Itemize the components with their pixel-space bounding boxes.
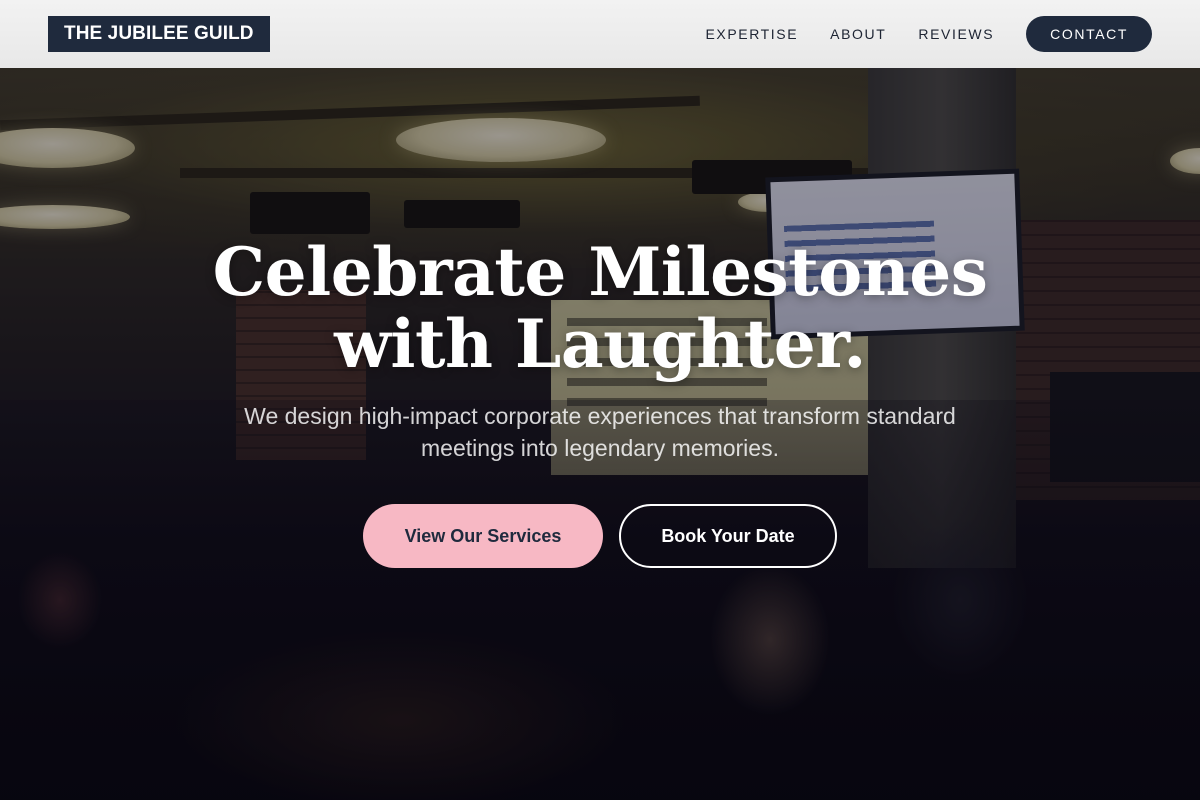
view-services-button[interactable]: View Our Services	[363, 504, 603, 568]
site-header: THE JUBILEE GUILD EXPERTISE ABOUT REVIEW…	[0, 0, 1200, 68]
nav-link-expertise[interactable]: EXPERTISE	[705, 26, 798, 42]
main-nav: EXPERTISE ABOUT REVIEWS CONTACT	[705, 16, 1152, 52]
hero-headline-line-1: Celebrate Milestones	[212, 233, 988, 311]
site-logo[interactable]: THE JUBILEE GUILD	[48, 16, 270, 52]
book-date-button[interactable]: Book Your Date	[619, 504, 837, 568]
hero-subtitle: We design high-impact corporate experien…	[244, 403, 956, 461]
hero-headline-line-2: with Laughter.	[334, 305, 866, 383]
contact-button[interactable]: CONTACT	[1026, 16, 1152, 52]
nav-link-reviews[interactable]: REVIEWS	[918, 26, 994, 42]
hero-actions: View Our Services Book Your Date	[0, 504, 1200, 568]
hero-headline: Celebrate Milestones with Laughter.	[0, 236, 1200, 380]
nav-link-about[interactable]: ABOUT	[830, 26, 886, 42]
